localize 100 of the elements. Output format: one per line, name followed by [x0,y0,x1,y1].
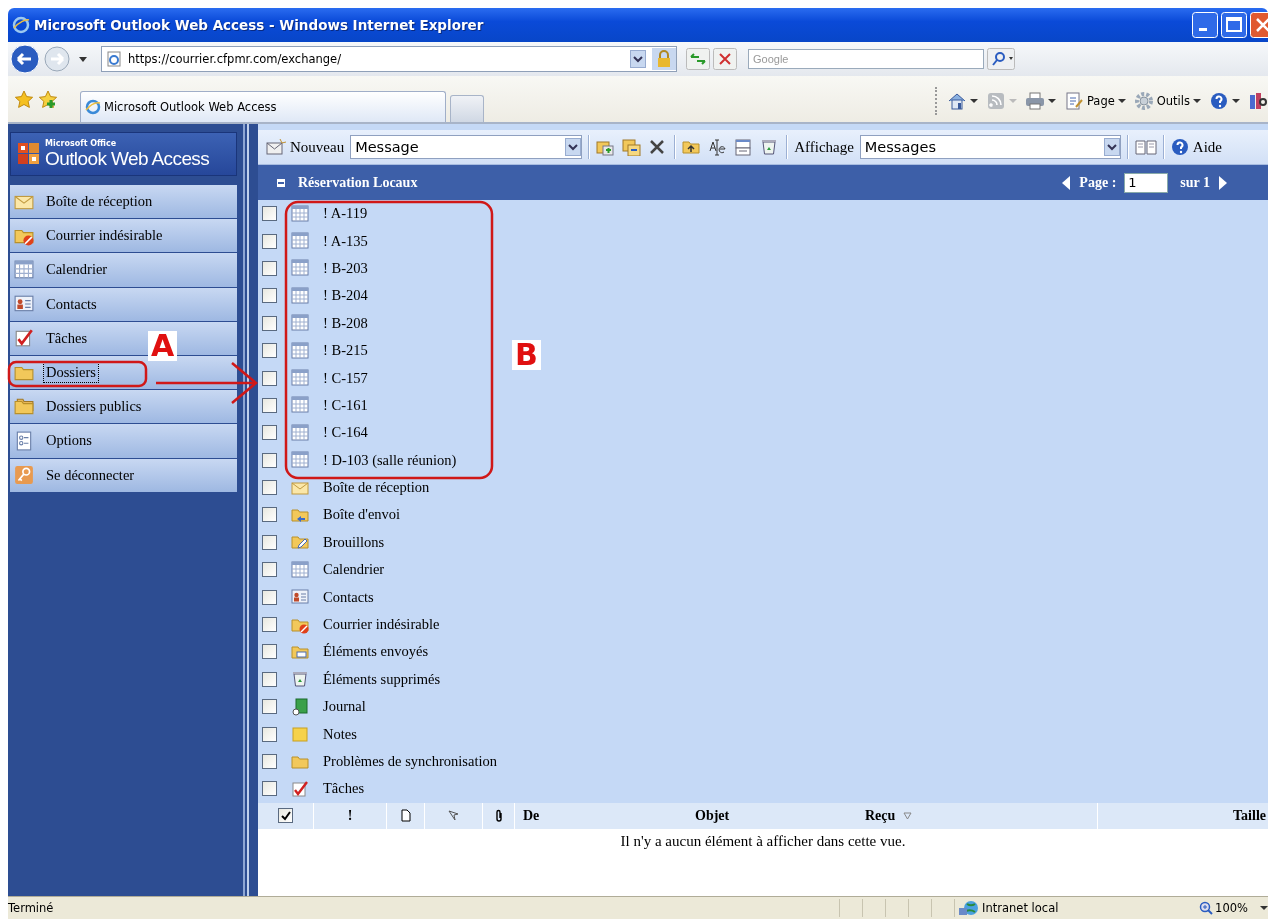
folder-link[interactable]: Tâches [323,780,365,798]
dropdown-arrow-icon[interactable] [78,55,88,63]
column-header[interactable]: De [523,807,540,824]
checkbox[interactable] [262,206,277,222]
nav-item[interactable]: Boîte de réception [10,185,237,219]
rename-icon[interactable] [708,138,729,156]
maximize-button[interactable] [1221,12,1247,38]
page-number-field[interactable]: 1 [1124,172,1169,193]
flag-icon[interactable] [448,810,459,822]
checkbox[interactable] [262,288,277,304]
folder-link[interactable]: Calendrier [323,561,385,579]
nav-item[interactable]: Calendrier [10,253,237,287]
nav-item[interactable]: Courrier indésirable [10,219,237,253]
stop-button[interactable] [713,48,737,70]
minimize-button[interactable] [1192,12,1218,38]
tools-menu-button[interactable]: Outils [1133,91,1201,111]
search-field[interactable]: Google [748,49,984,69]
refresh-button[interactable] [686,48,710,70]
empty-message: Il n'y a aucun élément à afficher dans cette vue. [620,832,906,851]
checkbox[interactable] [262,397,277,413]
annotation-label: B [512,340,541,370]
folder-link[interactable]: ! B-215 [323,342,368,360]
checkbox[interactable] [262,233,277,249]
folder-link[interactable]: Éléments supprimés [323,670,441,688]
previous-page-icon[interactable] [1061,174,1072,191]
folder-link[interactable]: Boîte de réception [323,479,430,497]
zoom-button[interactable]: 100% [1199,901,1248,915]
folder-link[interactable]: Problèmes de synchronisation [323,753,497,770]
close-button[interactable] [1250,12,1268,38]
add-favorite-icon[interactable] [38,90,58,110]
view-dropdown[interactable]: Messages [859,135,1121,159]
books-icon[interactable] [1248,91,1268,111]
nav-item[interactable]: Dossiers publics [10,390,237,424]
folder-up-icon[interactable] [682,138,703,156]
folder-link[interactable]: ! C-157 [323,369,368,387]
checkbox[interactable] [262,425,277,441]
checkbox[interactable] [262,671,277,687]
column-header[interactable]: Taille [1233,807,1266,824]
column-header[interactable]: Reçu [865,807,896,824]
folder-link[interactable]: ! A-119 [323,205,368,223]
folder-link[interactable]: ! B-204 [323,287,368,305]
folder-link[interactable]: ! A-135 [323,232,368,250]
checkbox[interactable] [262,617,277,633]
folder-link[interactable]: Brouillons [323,533,385,551]
checkbox[interactable] [262,370,277,386]
folder-link[interactable]: Notes [323,725,357,743]
checkbox[interactable] [262,644,277,660]
favorites-star-icon[interactable] [14,90,34,110]
folder-link[interactable]: Courrier indésirable [323,616,440,634]
column-header[interactable]: ! [347,807,353,824]
paperclip-icon[interactable] [494,809,503,823]
collapse-icon[interactable] [276,177,286,188]
calendar-icon [14,259,34,280]
checkbox[interactable] [262,562,277,578]
folder-link[interactable]: Éléments envoyés [323,643,429,661]
checkbox[interactable] [262,534,277,550]
home-icon[interactable] [946,91,967,111]
folder-link[interactable]: ! B-203 [323,259,368,277]
checkbox[interactable] [262,315,277,331]
help-icon[interactable] [1209,91,1229,111]
checkbox[interactable] [262,452,277,468]
new-item-dropdown[interactable]: Message [350,135,583,159]
document-icon[interactable] [400,809,411,823]
dropdown-button[interactable] [630,50,646,68]
printer-icon[interactable] [1024,91,1045,111]
checkbox[interactable] [262,754,277,769]
checkbox[interactable] [262,507,277,523]
next-page-icon[interactable] [1218,174,1228,191]
copy-folder-icon[interactable] [622,138,643,156]
checkbox[interactable] [262,699,277,715]
checkbox[interactable] [262,781,277,797]
checkbox[interactable] [262,589,277,605]
checkbox[interactable] [262,343,277,359]
nav-item[interactable]: Contacts [10,287,237,321]
page-menu-button[interactable]: Page [1063,91,1126,111]
folder-link[interactable]: ! C-161 [323,396,368,414]
search-button[interactable] [987,48,1015,70]
checkbox[interactable] [262,480,277,496]
folder-link[interactable]: Contacts [323,588,374,606]
folder-link[interactable]: ! B-208 [323,314,368,332]
new-button[interactable]: Nouveau [266,138,345,156]
column-header[interactable]: Objet [695,807,730,824]
browser-tab[interactable]: Microsoft Outlook Web Access [80,91,446,122]
caret-icon[interactable] [969,98,978,104]
nav-item[interactable]: Options [10,424,237,458]
folder-link[interactable]: ! D-103 (salle réunion) [323,451,457,469]
folder-link[interactable]: ! C-164 [323,424,368,442]
move-folder-icon[interactable] [596,138,617,156]
select-all-checkbox[interactable] [278,808,293,824]
caret-icon[interactable] [1047,98,1056,104]
checkbox[interactable] [262,726,277,742]
folder-link[interactable]: Journal [323,698,366,716]
caret-icon[interactable] [1260,905,1268,911]
back-button[interactable] [10,44,40,74]
nav-item[interactable]: Se déconnecter [10,458,237,492]
help-button[interactable]: Aide [1170,138,1223,156]
caret-icon[interactable] [1232,98,1240,104]
checkbox[interactable] [262,260,277,276]
address-field[interactable]: https://courrier.cfpmr.com/exchange/ [101,46,677,72]
folder-link[interactable]: Boîte d'envoi [323,506,401,524]
